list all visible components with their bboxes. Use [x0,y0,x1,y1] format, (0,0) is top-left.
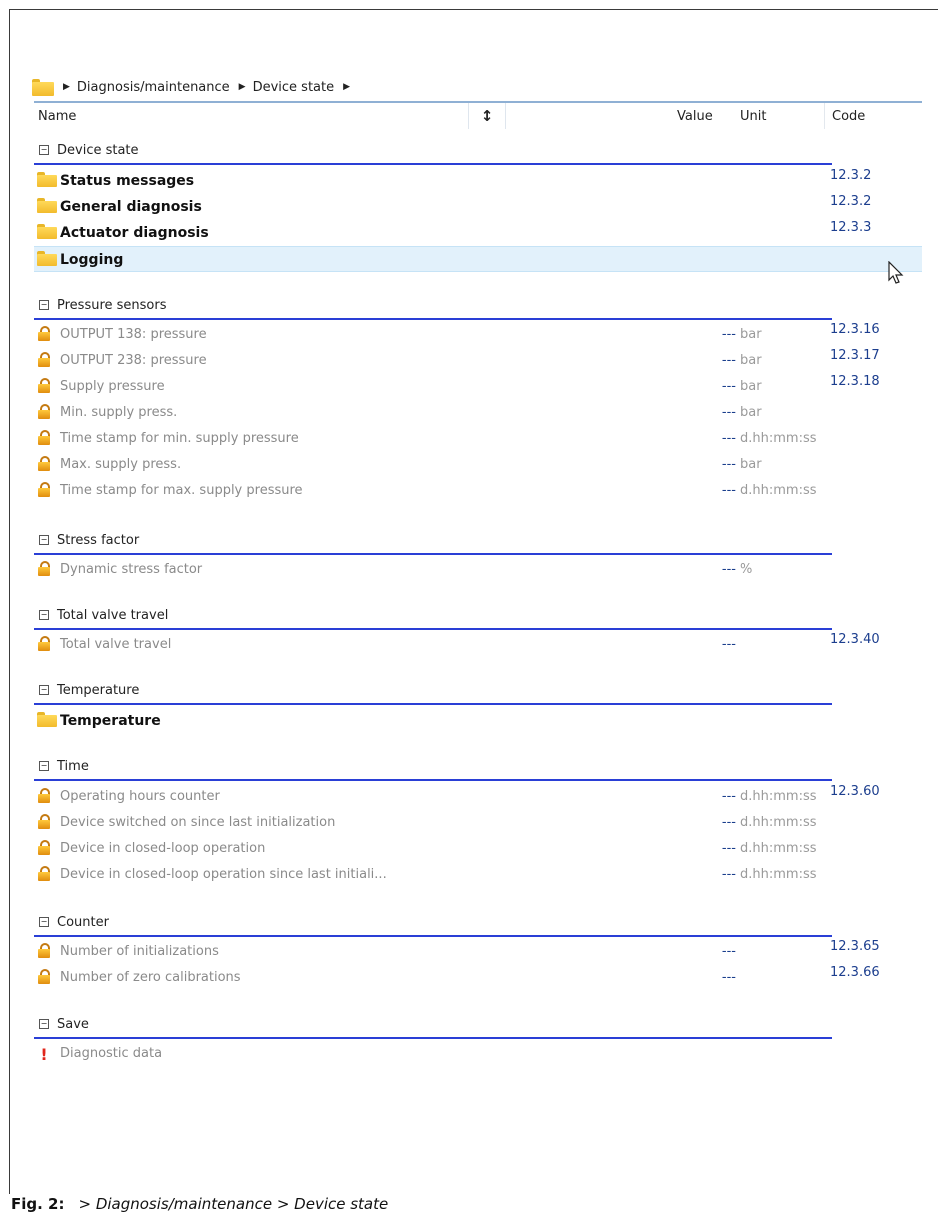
lock-icon [37,636,51,651]
folder-row-temperature[interactable]: Temperature [34,708,922,734]
lock-icon [37,561,51,576]
lock-icon [37,352,51,367]
group-counter[interactable]: − Counter [34,911,832,937]
breadcrumb-item-device-state[interactable]: Device state [253,80,335,95]
param-row[interactable]: Device in closed-loop operation since la… [34,862,922,888]
param-row[interactable]: Time stamp for max. supply pressure --- … [34,478,922,504]
mouse-cursor-icon [888,261,904,284]
folder-icon [37,172,57,187]
sort-arrows-icon[interactable]: ↕ [468,103,506,129]
action-row-diagnostic-data[interactable]: ! Diagnostic data [34,1041,922,1067]
folder-row-actuator-diagnosis[interactable]: Actuator diagnosis 12.3.3 [34,220,922,246]
param-row[interactable]: Device switched on since last initializa… [34,810,922,836]
folder-icon [37,712,57,727]
lock-icon [37,788,51,803]
breadcrumb-arrow-icon: ▶ [63,82,70,92]
collapse-icon[interactable]: − [39,535,49,545]
folder-icon [37,198,57,213]
collapse-icon[interactable]: − [39,300,49,310]
lock-icon [37,943,51,958]
folder-row-status-messages[interactable]: Status messages 12.3.2 [34,168,922,194]
collapse-icon[interactable]: − [39,1019,49,1029]
column-header: Name ↕ Value Unit Code [34,101,922,129]
group-time[interactable]: − Time [34,755,832,781]
group-total-valve-travel[interactable]: − Total valve travel [34,604,832,630]
param-row[interactable]: Time stamp for min. supply pressure --- … [34,426,922,452]
breadcrumb-arrow-icon[interactable]: ▶ [343,82,350,92]
figure-caption: Fig. 2: > Diagnosis/maintenance > Device … [11,1195,389,1213]
param-row[interactable]: Number of zero calibrations --- 12.3.66 [34,965,922,991]
lock-icon [37,326,51,341]
param-row[interactable]: OUTPUT 138: pressure --- bar 12.3.16 [34,322,922,348]
collapse-icon[interactable]: − [39,917,49,927]
param-row[interactable]: Min. supply press. --- bar [34,400,922,426]
folder-row-general-diagnosis[interactable]: General diagnosis 12.3.2 [34,194,922,220]
param-row[interactable]: Total valve travel --- 12.3.40 [34,632,922,658]
collapse-icon[interactable]: − [39,685,49,695]
breadcrumb-arrow-icon: ▶ [238,82,246,92]
folder-icon [37,251,57,266]
lock-icon [37,866,51,881]
group-pressure-sensors[interactable]: − Pressure sensors [34,294,832,320]
group-save[interactable]: − Save [34,1013,832,1039]
lock-icon [37,430,51,445]
collapse-icon[interactable]: − [39,761,49,771]
folder-icon [37,224,57,239]
lock-icon [37,840,51,855]
breadcrumb-item-diagnosis[interactable]: Diagnosis/maintenance [77,80,230,95]
param-row[interactable]: Device in closed-loop operation --- d.hh… [34,836,922,862]
collapse-icon[interactable]: − [39,145,49,155]
lock-icon [37,814,51,829]
lock-icon [37,378,51,393]
folder-icon[interactable] [32,78,54,96]
breadcrumb: ▶ Diagnosis/maintenance ▶ Device state ▶ [32,74,892,100]
collapse-icon[interactable]: − [39,610,49,620]
column-unit[interactable]: Unit [740,109,766,124]
group-stress-factor[interactable]: − Stress factor [34,529,832,555]
exclamation-icon: ! [40,1045,48,1064]
param-row[interactable]: Max. supply press. --- bar [34,452,922,478]
param-row[interactable]: Dynamic stress factor --- % [34,557,922,583]
lock-icon [37,482,51,497]
param-row[interactable]: Operating hours counter --- d.hh:mm:ss 1… [34,784,922,810]
folder-row-logging[interactable]: Logging [34,246,922,272]
column-name[interactable]: Name [38,109,76,124]
group-temperature[interactable]: − Temperature [34,679,832,705]
column-code[interactable]: Code [832,109,865,124]
lock-icon [37,456,51,471]
lock-icon [37,404,51,419]
column-value[interactable]: Value [677,109,713,124]
param-row[interactable]: Supply pressure --- bar 12.3.18 [34,374,922,400]
group-device-state[interactable]: − Device state [34,139,832,165]
param-row[interactable]: Number of initializations --- 12.3.65 [34,939,922,965]
param-row[interactable]: OUTPUT 238: pressure --- bar 12.3.17 [34,348,922,374]
lock-icon [37,969,51,984]
